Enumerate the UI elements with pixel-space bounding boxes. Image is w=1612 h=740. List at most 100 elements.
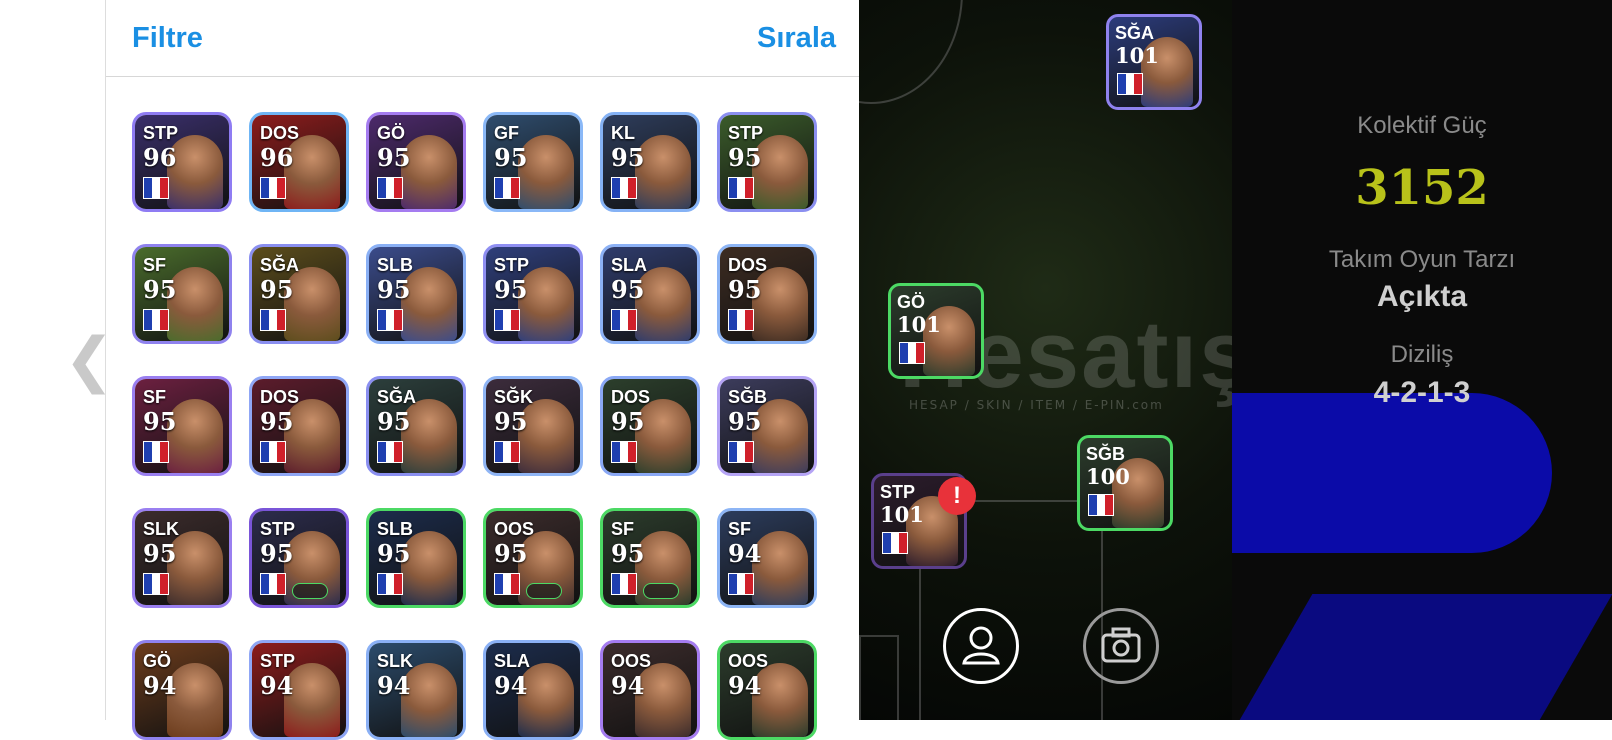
- card-rating: 95: [143, 407, 177, 436]
- card-rating: 94: [611, 671, 645, 700]
- decor-shape: [1232, 393, 1552, 553]
- player-card[interactable]: DOS 95: [600, 376, 700, 476]
- player-card[interactable]: OOS 94: [717, 640, 817, 740]
- card-position: SĞB: [1086, 444, 1126, 464]
- team-badge-icon: [611, 309, 637, 331]
- player-card[interactable]: SF 94: [717, 508, 817, 608]
- player-card[interactable]: STP 95: [483, 244, 583, 344]
- team-badge-icon: [143, 309, 169, 331]
- pitch-player-card[interactable]: SĞA 101: [1106, 14, 1202, 110]
- player-card[interactable]: DOS 96: [249, 112, 349, 212]
- card-rating: 95: [728, 407, 762, 436]
- camera-button[interactable]: [1083, 608, 1159, 684]
- player-card[interactable]: GF 95: [483, 112, 583, 212]
- pitch-player-card[interactable]: SĞB 100: [1077, 435, 1173, 531]
- user-icon: [962, 626, 1000, 665]
- player-card[interactable]: STP 96: [132, 112, 232, 212]
- player-card[interactable]: SLK 95: [132, 508, 232, 608]
- card-position: KL: [611, 123, 635, 143]
- card-rating: 95: [728, 143, 762, 172]
- team-badge-icon: [260, 309, 286, 331]
- team-badge-icon: [260, 573, 286, 595]
- player-card[interactable]: SLB 95: [366, 508, 466, 608]
- player-card[interactable]: GÖ 95: [366, 112, 466, 212]
- card-position: SF: [143, 255, 167, 275]
- sort-button[interactable]: Sırala: [757, 22, 836, 55]
- card-position: OOS: [728, 651, 769, 671]
- card-position: DOS: [611, 387, 651, 407]
- card-position: SLA: [494, 651, 530, 671]
- player-card[interactable]: OOS 95: [483, 508, 583, 608]
- card-rating: 96: [143, 143, 177, 172]
- upgrade-indicator: [526, 583, 562, 599]
- card-position: SLA: [611, 255, 647, 275]
- team-badge-icon: [377, 441, 403, 463]
- card-position: OOS: [494, 519, 535, 539]
- card-rating: 95: [494, 539, 528, 568]
- player-card[interactable]: SF 95: [132, 244, 232, 344]
- upgrade-indicator: [643, 583, 679, 599]
- player-card[interactable]: STP 95: [249, 508, 349, 608]
- card-rating: 95: [377, 539, 411, 568]
- team-stats-panel: Kolektif Güç 3152 Takım Oyun Tarzı Açıkt…: [1232, 0, 1612, 720]
- formation-label: Diziliş: [1390, 341, 1454, 368]
- card-position: SF: [611, 519, 635, 539]
- player-card[interactable]: SĞA 95: [249, 244, 349, 344]
- team-badge-icon: [143, 177, 169, 199]
- player-card[interactable]: SLA 95: [600, 244, 700, 344]
- player-card[interactable]: SĞA 95: [366, 376, 466, 476]
- card-rating: 95: [494, 407, 528, 436]
- player-card[interactable]: SLK 94: [366, 640, 466, 740]
- card-rating: 101: [880, 502, 924, 527]
- card-rating: 100: [1086, 464, 1130, 489]
- goal-box: [859, 635, 899, 720]
- player-card[interactable]: SLA 94: [483, 640, 583, 740]
- team-badge-icon: [143, 441, 169, 463]
- card-rating: 95: [611, 143, 645, 172]
- card-rating: 94: [728, 671, 762, 700]
- card-rating: 101: [1115, 43, 1159, 68]
- card-rating: 101: [897, 312, 941, 337]
- style-value: Açıkta: [1376, 280, 1468, 313]
- card-position: SĞK: [494, 387, 534, 407]
- player-card[interactable]: SĞB 95: [717, 376, 817, 476]
- card-position: STP: [260, 651, 296, 671]
- team-badge-icon: [611, 441, 637, 463]
- team-badge-icon: [260, 441, 286, 463]
- player-card[interactable]: KL 95: [600, 112, 700, 212]
- card-position: SLB: [377, 255, 413, 275]
- player-card[interactable]: STP 94: [249, 640, 349, 740]
- card-rating: 95: [611, 275, 645, 304]
- player-card[interactable]: OOS 94: [600, 640, 700, 740]
- filter-button[interactable]: Filtre: [132, 22, 203, 55]
- card-position: STP: [728, 123, 764, 143]
- style-label: Takım Oyun Tarzı: [1328, 246, 1516, 273]
- player-card[interactable]: DOS 95: [717, 244, 817, 344]
- card-position: SF: [728, 519, 752, 539]
- team-badge-icon: [1117, 73, 1143, 95]
- squad-pitch: Hesatış HESAP / SKIN / ITEM / E-PIN.com …: [859, 0, 1232, 720]
- player-card[interactable]: STP 95: [717, 112, 817, 212]
- pitch-player-card[interactable]: GÖ 101: [888, 283, 984, 379]
- team-badge-icon: [377, 573, 403, 595]
- profile-button[interactable]: [943, 608, 1019, 684]
- player-card[interactable]: SLB 95: [366, 244, 466, 344]
- team-badge-icon: [494, 441, 520, 463]
- player-card[interactable]: SF 95: [132, 376, 232, 476]
- card-position: GÖ: [897, 292, 926, 312]
- team-badge-icon: [728, 573, 754, 595]
- player-card[interactable]: DOS 95: [249, 376, 349, 476]
- card-position: SĞA: [1115, 23, 1155, 43]
- player-card[interactable]: SF 95: [600, 508, 700, 608]
- player-card[interactable]: SĞK 95: [483, 376, 583, 476]
- player-list-panel: Filtre Sırala STP 96 DOS 96 GÖ 95 GF 95 KL 95 STP 9…: [105, 0, 860, 740]
- card-position: SLB: [377, 519, 413, 539]
- player-card[interactable]: GÖ 94: [132, 640, 232, 740]
- team-badge-icon: [611, 573, 637, 595]
- card-rating: 95: [611, 407, 645, 436]
- card-rating: 95: [728, 275, 762, 304]
- card-position: SĞA: [260, 255, 300, 275]
- upgrade-indicator: [292, 583, 328, 599]
- card-rating: 95: [377, 143, 411, 172]
- card-rating: 94: [260, 671, 294, 700]
